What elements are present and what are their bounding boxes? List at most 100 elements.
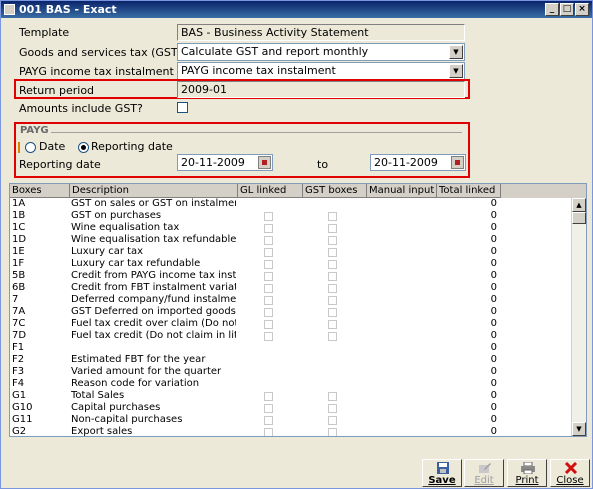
table-row[interactable]: 7 Deferred company/fund instalment 0 bbox=[10, 294, 572, 306]
table-row[interactable]: G11 Non-capital purchases 0 bbox=[10, 414, 572, 426]
gst-boxes-checkbox[interactable] bbox=[328, 332, 337, 341]
cell-box: 7 bbox=[12, 294, 19, 305]
gst-boxes-checkbox[interactable] bbox=[328, 428, 337, 436]
table-row[interactable]: 7C Fuel tax credit over claim (Do not cla… bbox=[10, 318, 572, 330]
cell-total: 0 bbox=[490, 270, 497, 281]
amounts-gst-checkbox[interactable] bbox=[177, 102, 188, 113]
table-row[interactable]: F1 0 bbox=[10, 342, 572, 354]
gst-boxes-checkbox[interactable] bbox=[328, 404, 337, 413]
table-row[interactable]: 6B Credit from FBT instalment variation 0 bbox=[10, 282, 572, 294]
col-gl-linked[interactable]: GL linked bbox=[238, 184, 303, 198]
gst-boxes-checkbox[interactable] bbox=[328, 392, 337, 401]
table-row[interactable]: 1E Luxury car tax 0 bbox=[10, 246, 572, 258]
cell-description: Luxury car tax refundable bbox=[71, 258, 201, 269]
print-label: Print bbox=[515, 475, 539, 486]
gst-boxes-checkbox[interactable] bbox=[328, 212, 337, 221]
boxes-grid: Boxes Description GL linked GST boxes Ma… bbox=[9, 183, 587, 437]
table-row[interactable]: G10 Capital purchases 0 bbox=[10, 402, 572, 414]
radio-date[interactable] bbox=[25, 142, 36, 153]
gl-linked-checkbox[interactable] bbox=[264, 224, 273, 233]
maximize-icon[interactable]: □ bbox=[560, 3, 574, 16]
gst-dropdown-value: Calculate GST and report monthly bbox=[181, 45, 369, 58]
gl-linked-checkbox[interactable] bbox=[264, 332, 273, 341]
scroll-down-icon[interactable]: ▼ bbox=[572, 422, 586, 436]
gl-linked-checkbox[interactable] bbox=[264, 212, 273, 221]
print-button[interactable]: Print bbox=[507, 459, 547, 487]
edit-label: Edit bbox=[474, 475, 494, 486]
cell-box: 1C bbox=[12, 222, 26, 233]
radio-reporting-date[interactable] bbox=[78, 142, 89, 153]
cell-description: Wine equalisation tax refundable bbox=[71, 234, 236, 245]
table-row[interactable]: G1 Total Sales 0 bbox=[10, 390, 572, 402]
save-button[interactable]: Save bbox=[422, 459, 462, 487]
table-row[interactable]: 1C Wine equalisation tax 0 bbox=[10, 222, 572, 234]
gl-linked-checkbox[interactable] bbox=[264, 404, 273, 413]
from-date-field[interactable]: 20-11-2009 bbox=[177, 154, 273, 171]
cell-description: Luxury car tax bbox=[71, 246, 144, 257]
cell-description: GST on sales or GST on instalment bbox=[71, 198, 236, 209]
chevron-down-icon[interactable]: ▼ bbox=[449, 64, 463, 78]
col-total-linked[interactable]: Total linked bbox=[437, 184, 501, 198]
cell-description: Export sales bbox=[71, 426, 133, 437]
chevron-down-icon[interactable]: ▼ bbox=[449, 45, 463, 59]
col-boxes[interactable]: Boxes bbox=[10, 184, 70, 198]
gl-linked-checkbox[interactable] bbox=[264, 284, 273, 293]
table-row[interactable]: G2 Export sales 0 bbox=[10, 426, 572, 437]
cell-box: G2 bbox=[12, 426, 27, 437]
gst-boxes-checkbox[interactable] bbox=[328, 272, 337, 281]
table-row[interactable]: 1D Wine equalisation tax refundable 0 bbox=[10, 234, 572, 246]
gl-linked-checkbox[interactable] bbox=[264, 272, 273, 281]
table-row[interactable]: 7D Fuel tax credit (Do not claim in litre… bbox=[10, 330, 572, 342]
gl-linked-checkbox[interactable] bbox=[264, 416, 273, 425]
table-row[interactable]: 5B Credit from PAYG income tax instaln 0 bbox=[10, 270, 572, 282]
minimize-icon[interactable]: _ bbox=[545, 3, 559, 16]
gst-boxes-checkbox[interactable] bbox=[328, 296, 337, 305]
table-row[interactable]: F4 Reason code for variation 0 bbox=[10, 378, 572, 390]
gl-linked-checkbox[interactable] bbox=[264, 392, 273, 401]
cell-box: F3 bbox=[12, 366, 25, 377]
gst-boxes-checkbox[interactable] bbox=[328, 308, 337, 317]
payg-dropdown[interactable]: PAYG income tax instalment ▼ bbox=[177, 62, 465, 80]
cell-box: F1 bbox=[12, 342, 25, 353]
gl-linked-checkbox[interactable] bbox=[264, 236, 273, 245]
gl-linked-checkbox[interactable] bbox=[264, 296, 273, 305]
cell-box: 1F bbox=[12, 258, 25, 269]
cell-box: 1B bbox=[12, 210, 26, 221]
printer-icon bbox=[521, 462, 535, 474]
table-row[interactable]: 1B GST on purchases 0 bbox=[10, 210, 572, 222]
gst-boxes-checkbox[interactable] bbox=[328, 248, 337, 257]
gst-boxes-checkbox[interactable] bbox=[328, 260, 337, 269]
table-row[interactable]: F3 Varied amount for the quarter 0 bbox=[10, 366, 572, 378]
cell-total: 0 bbox=[490, 342, 497, 353]
calendar-icon[interactable] bbox=[258, 156, 271, 169]
edit-icon bbox=[479, 463, 491, 473]
gl-linked-checkbox[interactable] bbox=[264, 428, 273, 436]
col-manual-input[interactable]: Manual input bbox=[367, 184, 437, 198]
table-row[interactable]: 1F Luxury car tax refundable 0 bbox=[10, 258, 572, 270]
calendar-icon[interactable] bbox=[451, 156, 464, 169]
gst-boxes-checkbox[interactable] bbox=[328, 284, 337, 293]
gst-boxes-checkbox[interactable] bbox=[328, 320, 337, 329]
col-gst-boxes[interactable]: GST boxes bbox=[303, 184, 367, 198]
table-row[interactable]: 1A GST on sales or GST on instalment 0 bbox=[10, 198, 572, 210]
edit-button[interactable]: Edit bbox=[464, 459, 504, 487]
close-icon[interactable]: × bbox=[575, 3, 589, 16]
table-row[interactable]: F2 Estimated FBT for the year 0 bbox=[10, 354, 572, 366]
gst-boxes-checkbox[interactable] bbox=[328, 416, 337, 425]
table-row[interactable]: 7A GST Deferred on imported goods 0 bbox=[10, 306, 572, 318]
gst-boxes-checkbox[interactable] bbox=[328, 224, 337, 233]
gl-linked-checkbox[interactable] bbox=[264, 260, 273, 269]
to-date-field[interactable]: 20-11-2009 bbox=[370, 154, 466, 171]
gl-linked-checkbox[interactable] bbox=[264, 308, 273, 317]
gl-linked-checkbox[interactable] bbox=[264, 248, 273, 257]
gst-dropdown[interactable]: Calculate GST and report monthly ▼ bbox=[177, 43, 465, 61]
scroll-up-icon[interactable]: ▲ bbox=[572, 198, 586, 212]
cell-description: Fuel tax credit (Do not claim in litres bbox=[71, 330, 236, 341]
close-button[interactable]: Close bbox=[550, 459, 590, 487]
gl-linked-checkbox[interactable] bbox=[264, 320, 273, 329]
scroll-thumb[interactable] bbox=[572, 212, 586, 224]
cell-box: 1A bbox=[12, 198, 26, 209]
vertical-scrollbar[interactable]: ▲ ▼ bbox=[571, 198, 586, 436]
gst-boxes-checkbox[interactable] bbox=[328, 236, 337, 245]
col-description[interactable]: Description bbox=[70, 184, 238, 198]
